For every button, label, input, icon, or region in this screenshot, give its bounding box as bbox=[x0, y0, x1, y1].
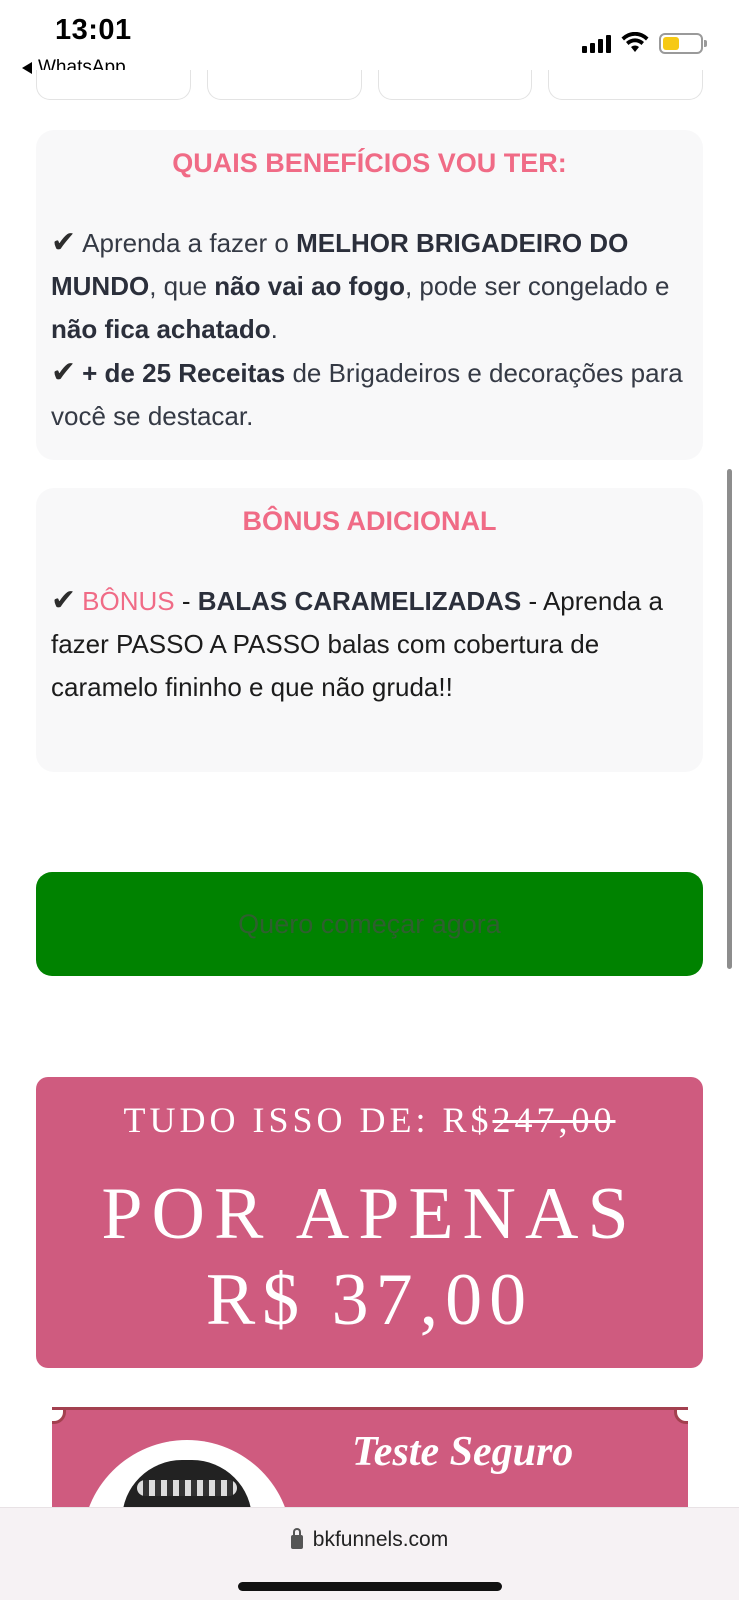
current-price: R$ 37,00 bbox=[205, 1259, 534, 1341]
benefits-title: QUAIS BENEFÍCIOS VOU TER: bbox=[172, 148, 567, 178]
scrollbar-thumb[interactable] bbox=[727, 469, 732, 969]
original-price-value: 247,00 bbox=[492, 1100, 616, 1140]
bonus-card: BÔNUS ADICIONAL ✔ BÔNUS - BALAS CARAMELIZ… bbox=[36, 488, 703, 772]
checkmark-icon: ✔ bbox=[51, 356, 77, 389]
benefit-text: Aprenda a fazer o bbox=[82, 228, 297, 258]
bonus-tag: BÔNUS bbox=[82, 586, 175, 616]
guarantee-title: Teste Seguro bbox=[352, 1429, 574, 1475]
bonus-title: BÔNUS ADICIONAL bbox=[242, 506, 497, 536]
benefit-highlight: não vai ao fogo bbox=[214, 271, 405, 301]
status-icons bbox=[582, 32, 707, 54]
back-arrow-icon bbox=[22, 62, 32, 74]
benefit-text: . bbox=[270, 314, 278, 344]
wifi-icon bbox=[621, 32, 649, 52]
benefit-text: , pode ser congelado e bbox=[404, 271, 670, 301]
avatar-headband bbox=[137, 1480, 237, 1496]
original-price-line: TUDO ISSO DE: R$247,00 bbox=[36, 1099, 703, 1141]
bonus-separator: - bbox=[521, 586, 543, 616]
cellular-signal-icon bbox=[582, 33, 611, 53]
bonus-separator: - bbox=[174, 586, 198, 616]
price-banner: TUDO ISSO DE: R$247,00 POR APENAS R$ 37,… bbox=[36, 1077, 703, 1368]
page: 13:01 WhatsApp QUAIS BENEFÍCIOS VOU TER:… bbox=[0, 0, 739, 1600]
status-time: 13:01 bbox=[55, 14, 132, 46]
partial-top-cards bbox=[36, 70, 703, 100]
benefit-highlight: não fica achatado bbox=[51, 314, 271, 344]
benefits-card: QUAIS BENEFÍCIOS VOU TER: ✔ Aprenda a faz… bbox=[36, 130, 703, 460]
bonus-name: BALAS CARAMELIZADAS bbox=[197, 586, 522, 616]
checkmark-icon: ✔ bbox=[51, 226, 77, 259]
benefits-text: ✔ Aprenda a fazer o MELHOR BRIGADEIRO DO … bbox=[51, 221, 688, 438]
avatar bbox=[82, 1440, 292, 1517]
start-now-button[interactable]: Quero começar agora bbox=[36, 872, 703, 976]
bonus-text: ✔ BÔNUS - BALAS CARAMELIZADAS - Aprenda a… bbox=[51, 579, 688, 709]
lock-icon bbox=[290, 1528, 303, 1549]
price-label: POR APENAS bbox=[101, 1173, 638, 1255]
partial-card bbox=[548, 70, 703, 100]
benefit-highlight: + de 25 Receitas bbox=[82, 358, 286, 388]
url-text: bkfunnels.com bbox=[312, 1528, 449, 1551]
battery-level bbox=[663, 36, 680, 50]
benefit-text: , que bbox=[149, 271, 215, 301]
partial-card bbox=[206, 70, 362, 100]
partial-card bbox=[377, 70, 533, 100]
url-row: bkfunnels.com bbox=[0, 1528, 739, 1552]
original-price-prefix: TUDO ISSO DE: R$ bbox=[123, 1100, 493, 1140]
partial-card bbox=[36, 70, 191, 100]
guarantee-banner: Teste Seguro bbox=[52, 1407, 688, 1517]
battery-icon bbox=[659, 32, 707, 54]
checkmark-icon: ✔ bbox=[51, 584, 77, 617]
home-indicator[interactable] bbox=[238, 1582, 502, 1591]
